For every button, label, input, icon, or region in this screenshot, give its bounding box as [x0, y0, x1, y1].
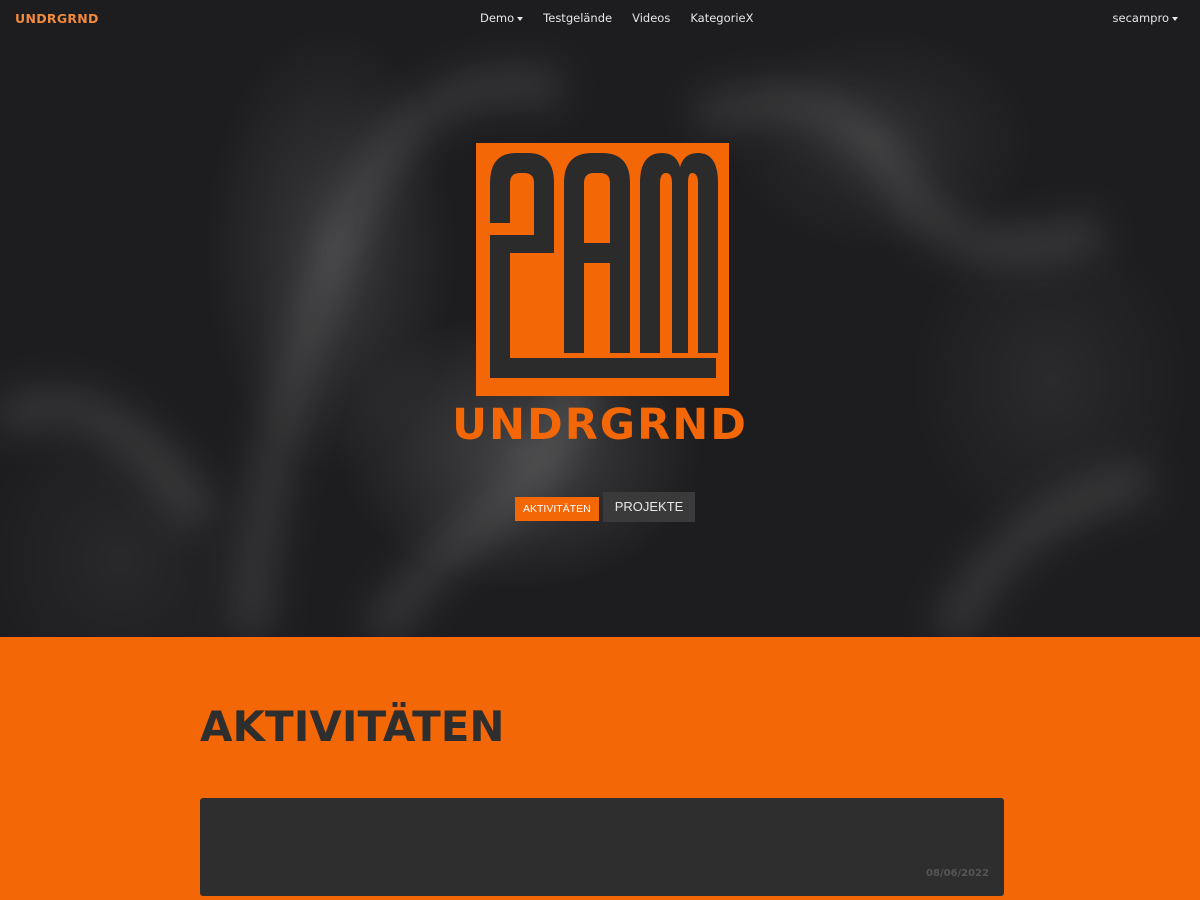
hero-section: UNDRGRND Demo Testgelände Videos Kategor… [0, 0, 1200, 637]
user-menu[interactable]: secampro [1113, 11, 1178, 25]
aktivitaeten-section: AKTIVITÄTEN 08/06/2022 [0, 637, 1200, 900]
caret-down-icon [517, 16, 524, 21]
aktivitaeten-button[interactable]: AKTIVITÄTEN [515, 496, 599, 521]
logo-2am [476, 143, 729, 396]
nav-item-demo-label: Demo [480, 11, 515, 25]
nav-item-kategoriex[interactable]: KategorieX [690, 11, 753, 25]
nav-item-videos[interactable]: Videos [632, 11, 670, 25]
projekte-button[interactable]: PROJEKTE [602, 492, 696, 522]
hero-buttons: AKTIVITÄTEN PROJEKTE [515, 492, 696, 522]
caret-down-icon [1172, 16, 1178, 21]
brand-link[interactable]: UNDRGRND [15, 11, 99, 26]
top-navbar: UNDRGRND Demo Testgelände Videos Kategor… [0, 0, 1200, 38]
hero-title: UNDRGRND [452, 400, 748, 450]
logo-2am-mark [490, 153, 718, 378]
user-name: secampro [1112, 11, 1169, 25]
activity-card[interactable]: 08/06/2022 [200, 798, 1004, 896]
nav-links: Demo Testgelände Videos KategorieX [480, 11, 754, 25]
nav-item-testgelaende[interactable]: Testgelände [543, 11, 612, 25]
section-title: AKTIVITÄTEN [200, 702, 505, 751]
nav-item-demo[interactable]: Demo [480, 11, 524, 25]
activity-date: 08/06/2022 [926, 868, 989, 879]
